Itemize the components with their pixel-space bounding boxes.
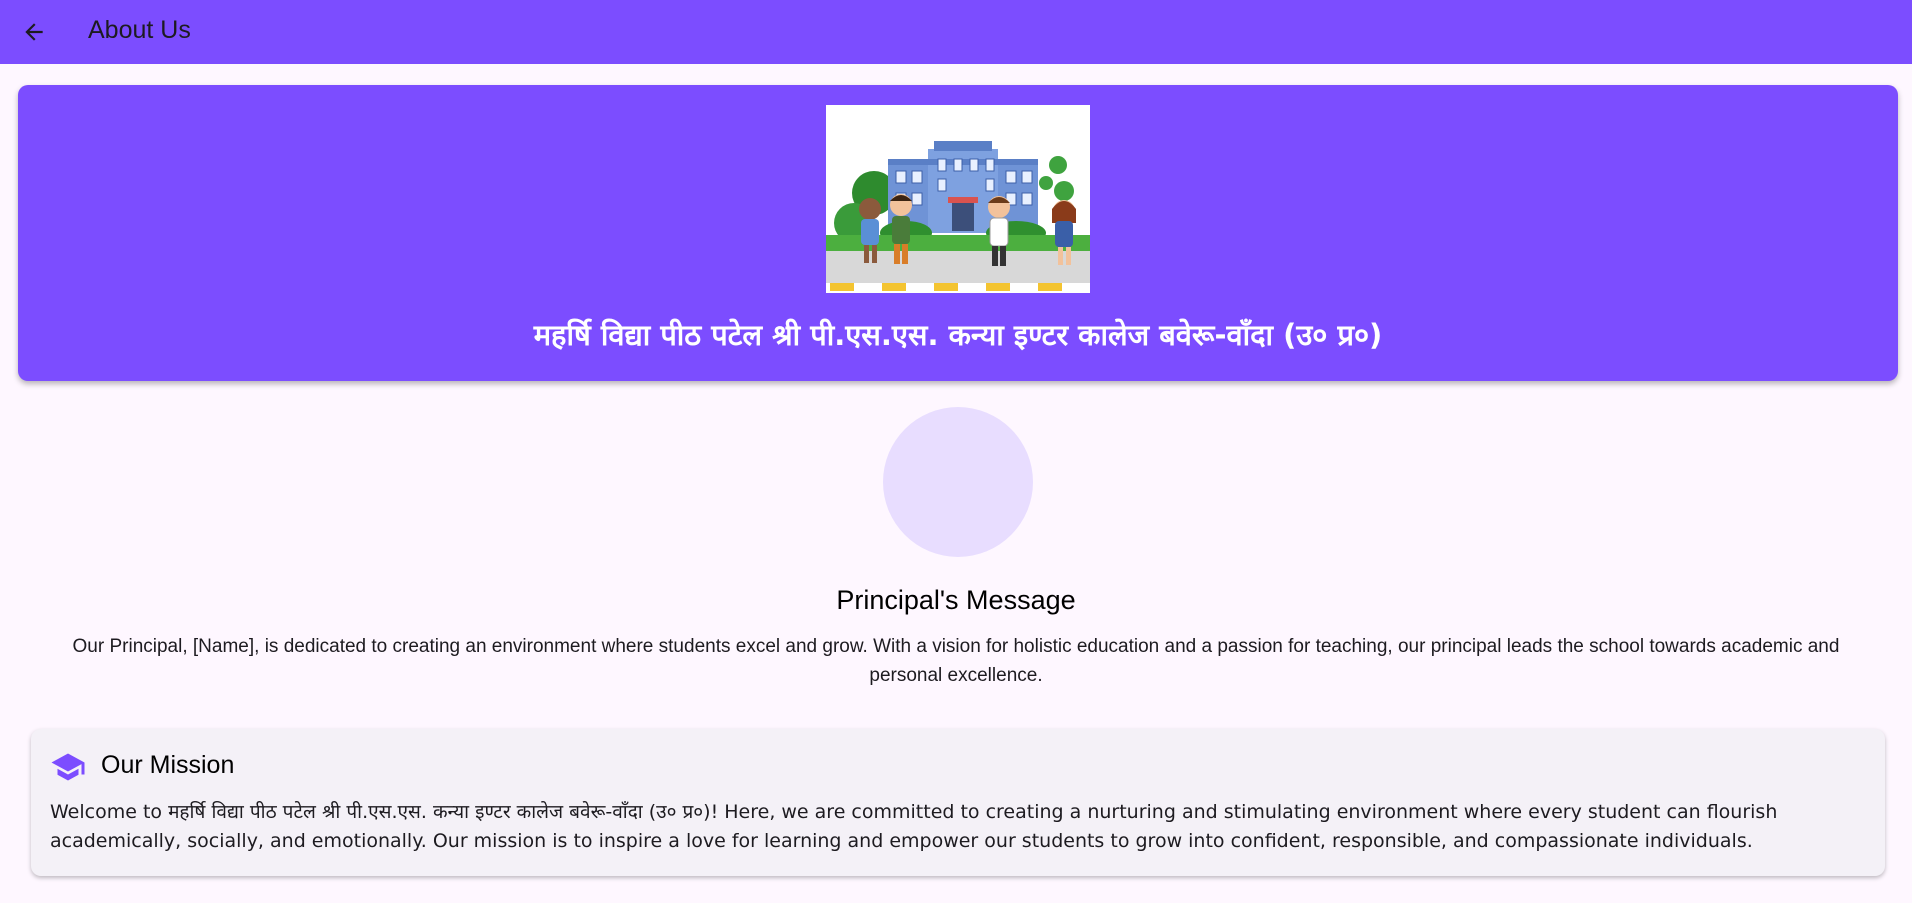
school-header-card: महर्षि विद्या पीठ पटेल श्री पी.एस.एस. कन… bbox=[18, 85, 1898, 381]
arrow-back-icon bbox=[25, 23, 43, 41]
mission-card: Our Mission Welcome to महर्षि विद्या पीठ… bbox=[31, 729, 1885, 876]
school-name-title: महर्षि विद्या पीठ पटेल श्री पी.एस.एस. कन… bbox=[533, 318, 1383, 352]
school-building-illustration bbox=[826, 105, 1090, 293]
mission-title: Our Mission bbox=[101, 751, 235, 779]
graduation-cap-icon bbox=[51, 753, 85, 781]
page-title: About Us bbox=[88, 16, 191, 44]
principal-message-text: Our Principal, [Name], is dedicated to c… bbox=[72, 636, 1840, 686]
back-button[interactable] bbox=[13, 11, 55, 53]
mission-text: Welcome to महर्षि विद्या पीठ पटेल श्री प… bbox=[50, 801, 1778, 852]
app-bar: About Us bbox=[0, 0, 1912, 64]
school-image bbox=[826, 105, 1090, 293]
principal-message-heading: Principal's Message bbox=[836, 585, 1076, 615]
principal-avatar bbox=[883, 407, 1033, 557]
